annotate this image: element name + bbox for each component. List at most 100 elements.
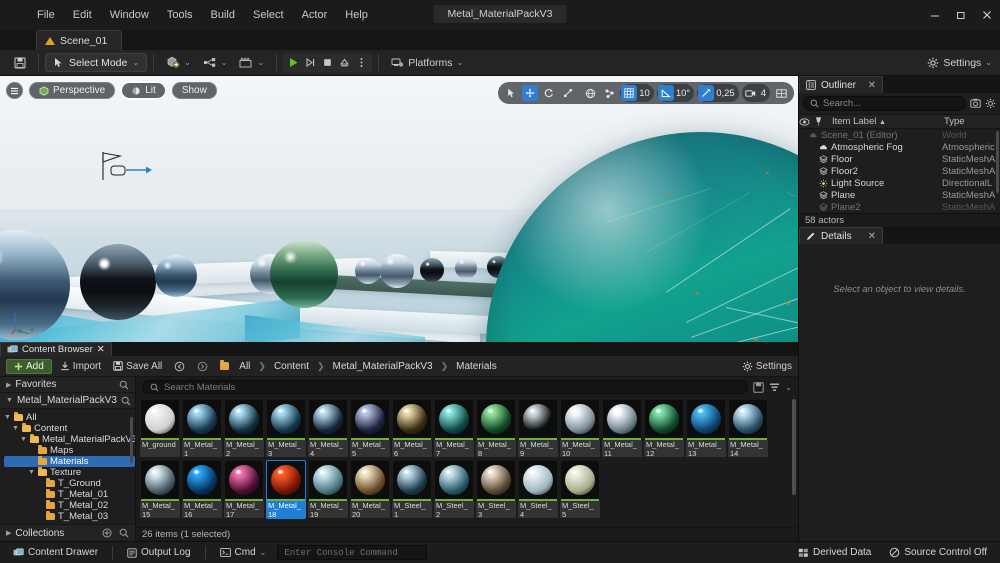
breadcrumb-item-pack[interactable]: Metal_MaterialPackV3 [331, 361, 435, 372]
level-viewport[interactable]: Perspective Lit Show 10 10° 0,25 4 Z X Y [0, 76, 798, 342]
stop-button[interactable] [319, 54, 336, 72]
close-icon[interactable]: ✕ [97, 344, 105, 355]
asset-tile[interactable]: M_Metal_ 6 [392, 399, 432, 458]
asset-tile[interactable]: M_Metal_ 13 [686, 399, 726, 458]
eject-button[interactable] [336, 54, 353, 72]
asset-tile[interactable]: M_Metal_ 4 [308, 399, 348, 458]
search-input[interactable]: Search Materials [142, 380, 749, 394]
column-type[interactable]: Type [944, 116, 1000, 127]
select-tool-icon[interactable] [503, 85, 519, 101]
maximize-viewport-icon[interactable] [773, 85, 789, 101]
viewport-lit-dropdown[interactable]: Lit [121, 82, 166, 99]
asset-tile[interactable]: M_Metal_ 20 [350, 460, 390, 519]
asset-tile[interactable]: M_Metal_ 5 [350, 399, 390, 458]
platforms-dropdown[interactable]: Platforms ⌄ [385, 53, 469, 73]
folder-tree-node[interactable]: Materials [4, 456, 135, 467]
pack-root-section[interactable]: ▼ Metal_MaterialPackV3 [0, 393, 135, 409]
asset-tile[interactable]: M_Metal_ 15 [140, 460, 180, 519]
viewport-show-dropdown[interactable]: Show [171, 82, 217, 99]
asset-tile[interactable]: M_Steel_ 3 [476, 460, 516, 519]
menu-help[interactable]: Help [336, 0, 377, 30]
folder-tree-node[interactable]: Maps [4, 445, 135, 456]
viewport-perspective-dropdown[interactable]: Perspective [29, 82, 116, 99]
menu-build[interactable]: Build [202, 0, 244, 30]
asset-tile[interactable]: M_Metal_ 11 [602, 399, 642, 458]
add-actor-icon[interactable]: ⌄ [160, 53, 197, 73]
camera-speed-icon[interactable] [743, 85, 759, 101]
column-item-label[interactable]: Item Label ▲ [829, 116, 944, 127]
scale-snap-icon[interactable] [698, 85, 715, 101]
move-tool-icon[interactable] [522, 85, 539, 101]
add-button[interactable]: Add [6, 358, 52, 374]
viewport-menu-icon[interactable] [6, 82, 23, 99]
menu-select[interactable]: Select [244, 0, 293, 30]
world-coordinate-icon[interactable] [582, 85, 598, 101]
rotate-tool-icon[interactable] [541, 85, 557, 101]
camera-speed-group[interactable]: 4 [741, 84, 770, 102]
scale-tool-icon[interactable] [560, 85, 576, 101]
asset-tile[interactable]: M_Metal_ 1 [182, 399, 222, 458]
output-log-button[interactable]: Output Log [120, 545, 197, 561]
blueprint-icon[interactable]: ⌄ [197, 53, 234, 73]
play-button[interactable] [285, 54, 302, 72]
asset-grid-scrollbar[interactable] [792, 399, 796, 495]
breadcrumb-item-materials[interactable]: Materials [454, 361, 499, 372]
save-icon[interactable] [8, 53, 32, 73]
asset-tile[interactable]: M_Metal_ 17 [224, 460, 264, 519]
folder-tree-node[interactable]: ▼ Texture [4, 467, 135, 478]
tab-details[interactable]: Details ✕ [799, 227, 883, 244]
filter-icon[interactable] [769, 382, 780, 393]
menu-file[interactable]: File [28, 0, 64, 30]
level-tab-scene01[interactable]: Scene_01 [36, 30, 123, 50]
asset-tile[interactable]: M_Metal_ 8 [476, 399, 516, 458]
angle-snap-icon[interactable] [657, 85, 674, 101]
cmd-dropdown[interactable]: Cmd ⌄ [213, 545, 274, 561]
console-command-input[interactable]: Enter Console Command [277, 545, 428, 560]
folder-tree-scrollbar[interactable] [130, 417, 133, 463]
search-icon[interactable] [119, 380, 129, 390]
asset-tile[interactable]: M_Metal_ 7 [434, 399, 474, 458]
folder-tree-node[interactable]: ▼ Metal_MaterialPackV3 [4, 434, 135, 445]
add-collection-icon[interactable] [102, 528, 112, 538]
outliner-row[interactable]: Plane2 StaticMeshA [799, 201, 1000, 213]
menu-edit[interactable]: Edit [64, 0, 101, 30]
folder-tree-node[interactable]: T_Ground [4, 478, 135, 489]
outliner-scrollbar[interactable] [996, 131, 999, 193]
nav-back-icon[interactable] [170, 359, 189, 374]
favorites-section[interactable]: ▶ Favorites [0, 377, 135, 393]
folder-tree-node[interactable]: ▼ Content [4, 423, 135, 434]
asset-tile[interactable]: M_Metal_ 19 [308, 460, 348, 519]
grid-snap-group[interactable]: 10 [620, 84, 654, 102]
outliner-row[interactable]: Floor StaticMeshA [799, 153, 1000, 165]
breadcrumb-item-content[interactable]: Content [272, 361, 311, 372]
content-drawer-button[interactable]: Content Drawer [6, 545, 105, 561]
twisty-icon[interactable]: ▼ [12, 425, 19, 432]
maximize-button[interactable] [948, 0, 974, 30]
asset-tile[interactable]: M_Steel_ 1 [392, 460, 432, 519]
twisty-icon[interactable]: ▼ [20, 436, 27, 443]
nav-forward-icon[interactable] [193, 359, 212, 374]
menu-tools[interactable]: Tools [158, 0, 202, 30]
outliner-row[interactable]: Plane StaticMeshA [799, 189, 1000, 201]
breadcrumb-item-all[interactable]: All [237, 361, 252, 372]
twisty-icon[interactable]: ▼ [4, 414, 11, 421]
outliner-settings-icon[interactable] [985, 98, 996, 109]
outliner-row[interactable]: Scene_01 (Editor) World [799, 129, 1000, 141]
pin-icon[interactable] [815, 117, 829, 126]
asset-tile[interactable]: M_Metal_ 16 [182, 460, 222, 519]
search-icon[interactable] [119, 528, 129, 538]
derived-data-button[interactable]: Derived Data [791, 545, 878, 561]
chevron-down-icon[interactable]: ⌄ [785, 383, 792, 392]
source-control-button[interactable]: Source Control Off [882, 545, 994, 561]
surface-snap-icon[interactable] [601, 85, 617, 101]
outliner-row[interactable]: Light Source DirectionalL [799, 177, 1000, 189]
asset-tile[interactable]: M_Steel_ 5 [560, 460, 600, 519]
close-icon[interactable]: ✕ [868, 80, 876, 91]
asset-tile[interactable]: M_Steel_ 2 [434, 460, 474, 519]
asset-tile[interactable]: M_Metal_ 10 [560, 399, 600, 458]
play-more-button[interactable] [353, 54, 370, 72]
collections-section[interactable]: ▶ Collections [0, 524, 135, 541]
asset-tile[interactable]: M_Metal_ 9 [518, 399, 558, 458]
folder-tree-node[interactable]: T_Metal_01 [4, 489, 135, 500]
save-all-button[interactable]: Save All [109, 359, 166, 374]
